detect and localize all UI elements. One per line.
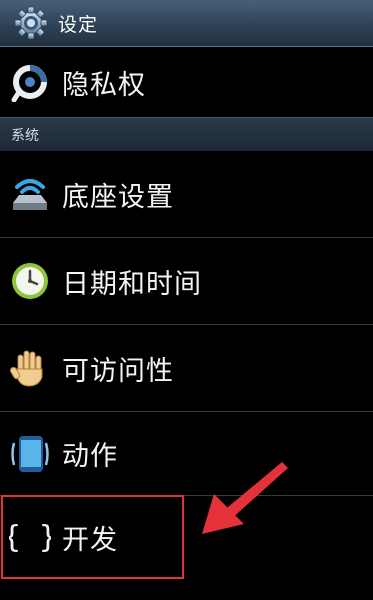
phone-motion-icon [8, 432, 52, 476]
section-header-system: 系统 [0, 117, 373, 151]
settings-item-dock[interactable]: 底座设置 [0, 151, 373, 238]
pointer-arrow-icon [202, 462, 288, 534]
gear-icon [14, 6, 48, 40]
settings-item-accessibility[interactable]: 可访问性 [0, 325, 373, 412]
dock-icon [8, 172, 52, 216]
settings-item-label: 日期和时间 [62, 268, 202, 300]
privacy-icon [8, 60, 52, 104]
settings-item-label: 底座设置 [62, 181, 174, 213]
page-title: 设定 [58, 13, 99, 36]
hand-icon [8, 346, 52, 390]
section-header-label: 系统 [11, 127, 39, 144]
settings-item-privacy[interactable]: 隐私权 [0, 47, 373, 118]
settings-item-label: 动作 [62, 441, 118, 472]
settings-item-label: 可访问性 [62, 355, 174, 387]
highlight-box [1, 495, 184, 579]
title-bar: 设定 [0, 0, 373, 47]
settings-item-motion[interactable]: 动作 [0, 412, 373, 496]
clock-icon [8, 259, 52, 303]
settings-item-date-time[interactable]: 日期和时间 [0, 238, 373, 325]
settings-item-label: 隐私权 [62, 69, 146, 101]
